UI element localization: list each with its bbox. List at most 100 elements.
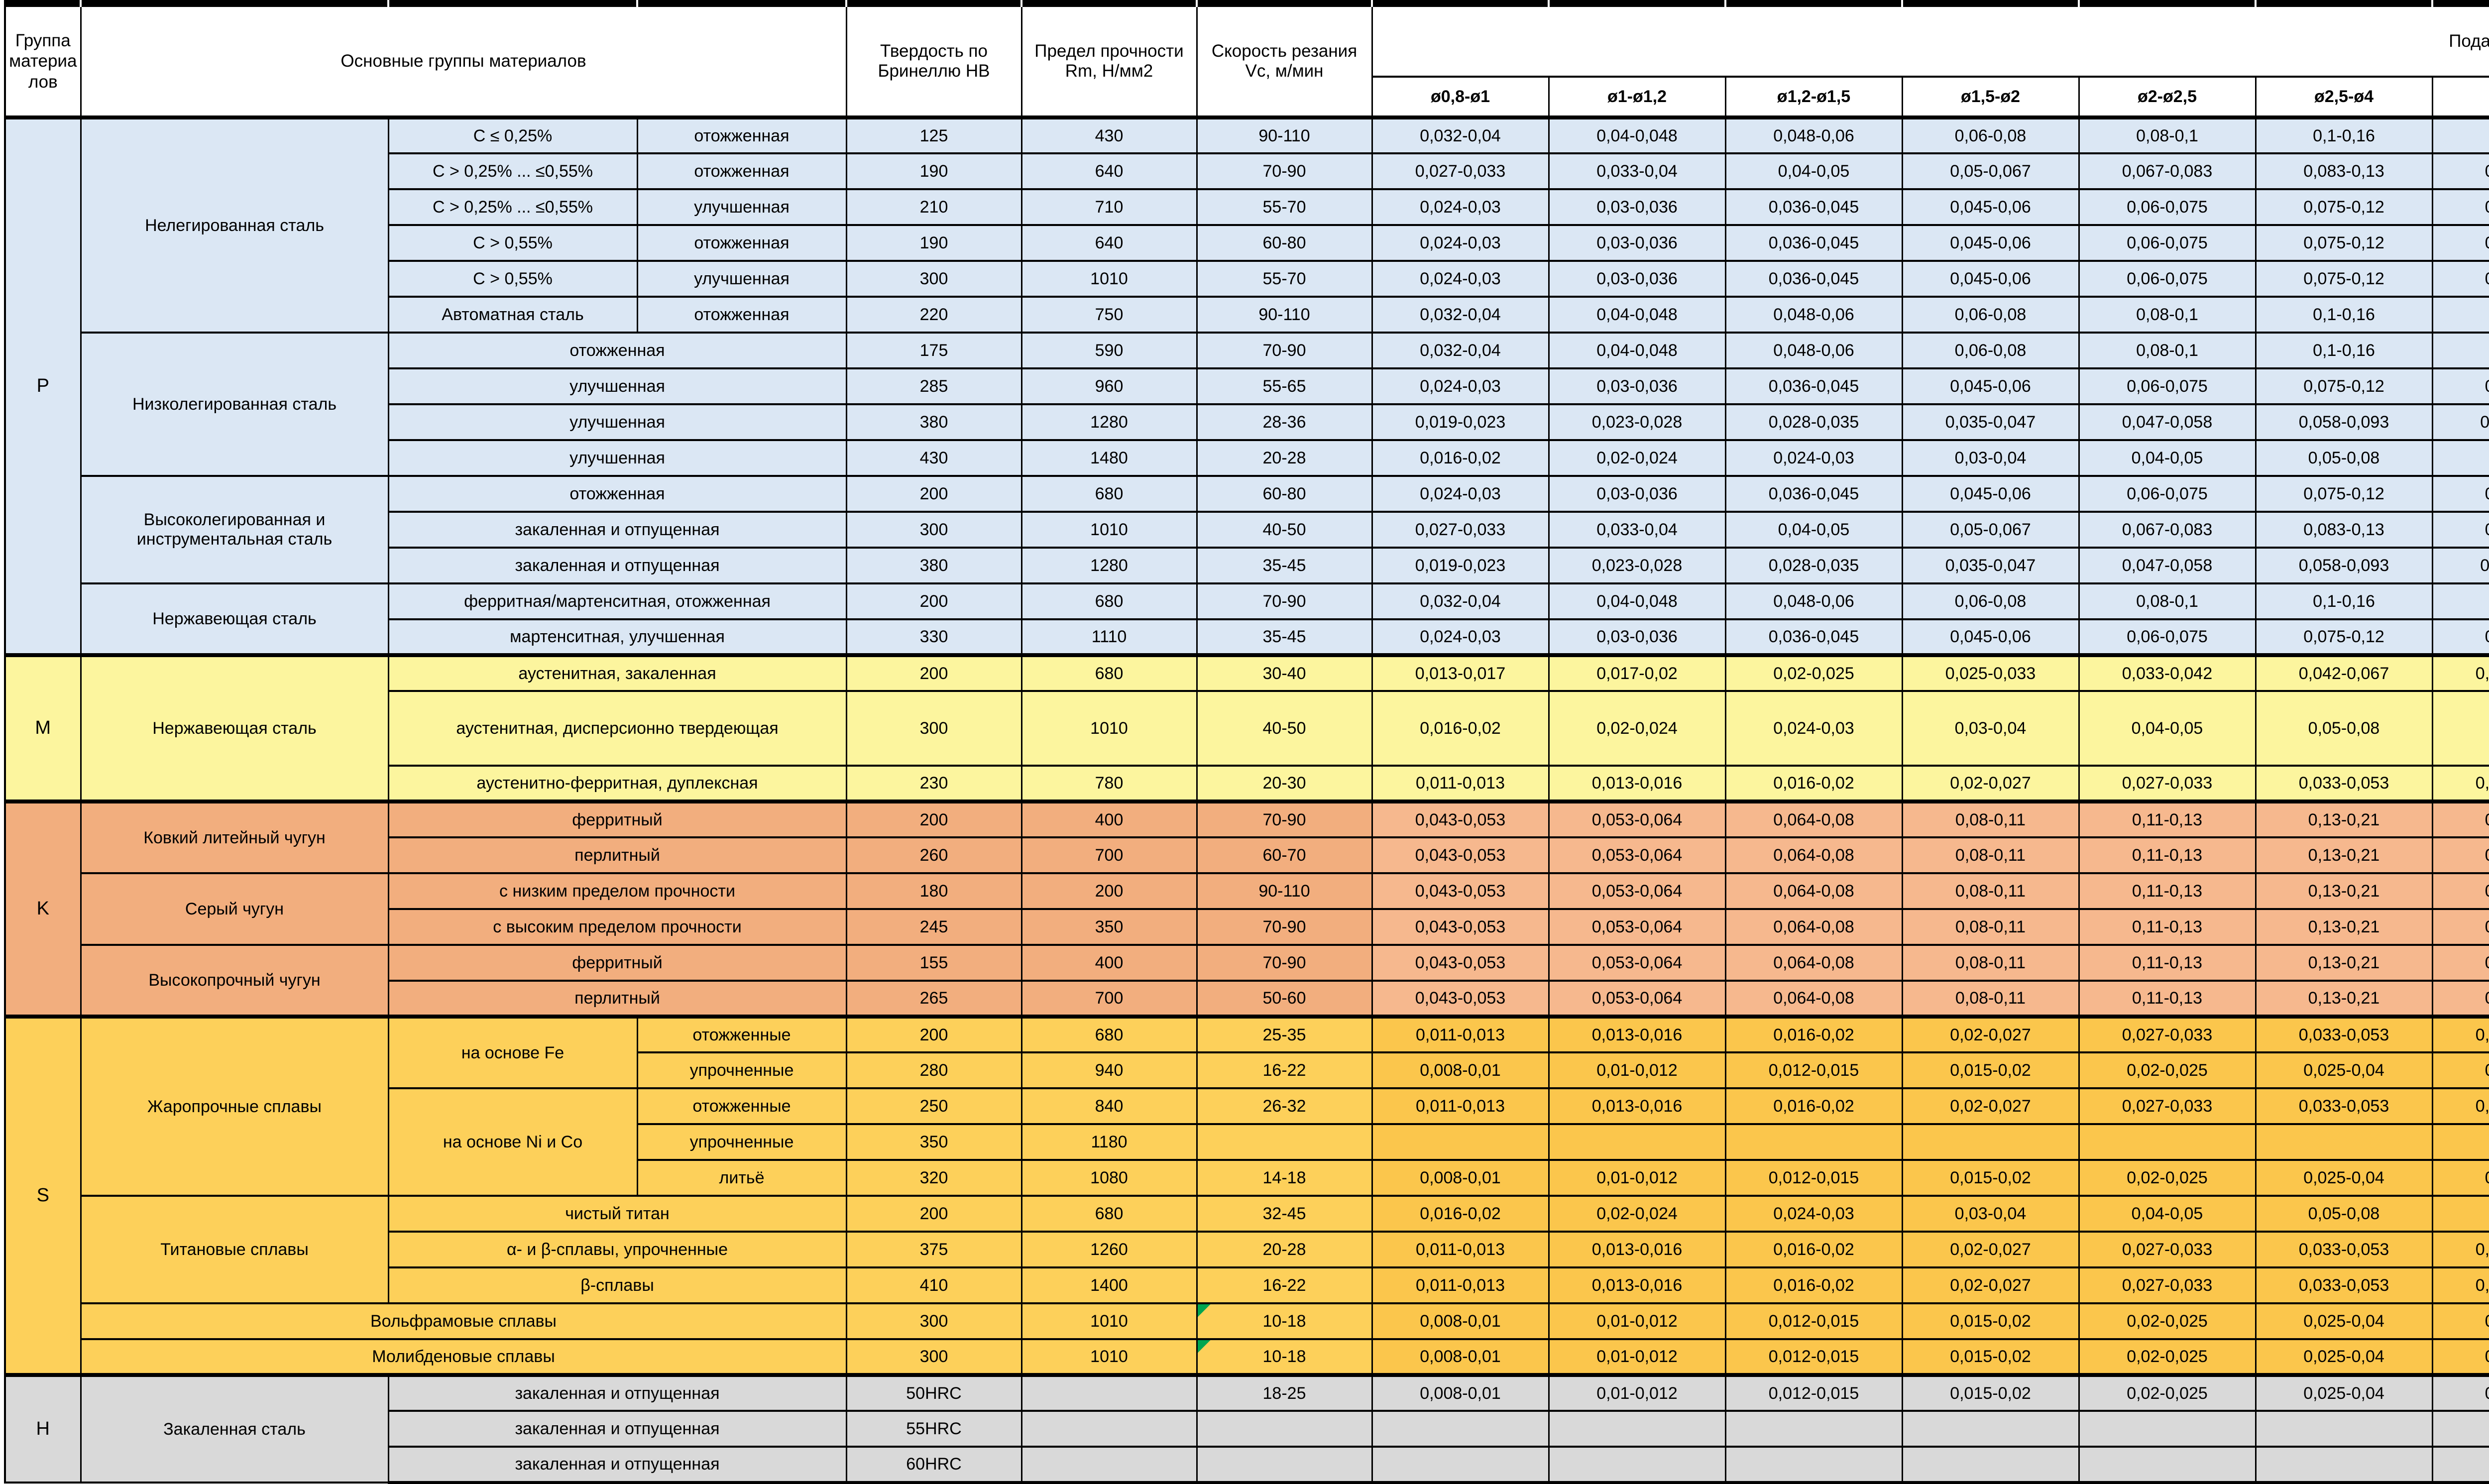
- feed-cell[interactable]: 0,16-0,2: [2432, 297, 2489, 333]
- feed-cell[interactable]: 0,12-0,15: [2432, 619, 2489, 655]
- feed-cell[interactable]: 0,02-0,027: [1902, 1017, 2079, 1052]
- feed-cell[interactable]: 0,053-0,064: [1549, 873, 1725, 909]
- feed-cell[interactable]: 0,02-0,025: [2079, 1375, 2256, 1411]
- vc-cell[interactable]: 60-80: [1197, 476, 1372, 512]
- feed-cell[interactable]: 0,03-0,036: [1549, 225, 1725, 261]
- feed-cell[interactable]: 0,058-0,093: [2256, 548, 2432, 583]
- feed-cell[interactable]: 0,043-0,053: [1372, 873, 1549, 909]
- vc-cell[interactable]: [1197, 1124, 1372, 1160]
- feed-cell[interactable]: 0,027-0,033: [1372, 512, 1549, 548]
- state-cell[interactable]: мартенситная, улучшенная: [388, 619, 846, 655]
- hb-cell[interactable]: 190: [846, 153, 1021, 189]
- material-cell[interactable]: Серый чугун: [81, 873, 388, 945]
- state-cell[interactable]: β-сплавы: [388, 1267, 846, 1303]
- feed-cell[interactable]: 0,027-0,033: [1372, 153, 1549, 189]
- feed-cell[interactable]: 0,033-0,053: [2256, 1267, 2432, 1303]
- state-cell[interactable]: аустенитно-ферритная, дуплексная: [388, 766, 846, 801]
- state-cell[interactable]: отожженные: [637, 1088, 846, 1124]
- feed-cell[interactable]: 0,21-0,27: [2432, 981, 2489, 1017]
- hb-cell[interactable]: 330: [846, 619, 1021, 655]
- feed-cell[interactable]: 0,016-0,02: [1372, 1196, 1549, 1232]
- feed-cell[interactable]: 0,028-0,035: [1725, 548, 1902, 583]
- feed-cell[interactable]: 0,04-0,05: [2432, 1160, 2489, 1196]
- feed-cell[interactable]: 0,04-0,05: [2079, 691, 2256, 766]
- feed-cell[interactable]: 0,06-0,08: [1902, 117, 2079, 153]
- subgroup-cell[interactable]: C > 0,55%: [388, 261, 637, 297]
- state-cell[interactable]: отожженная: [388, 476, 846, 512]
- feed-cell[interactable]: 0,016-0,02: [1372, 691, 1549, 766]
- feed-cell[interactable]: 0,13-0,21: [2256, 909, 2432, 945]
- feed-cell[interactable]: 0,04-0,05: [2079, 440, 2256, 476]
- feed-cell[interactable]: 0,024-0,03: [1372, 225, 1549, 261]
- vc-cell[interactable]: 35-45: [1197, 619, 1372, 655]
- feed-cell[interactable]: 0,11-0,13: [2079, 909, 2256, 945]
- hb-cell[interactable]: 200: [846, 1196, 1021, 1232]
- hb-cell[interactable]: 350: [846, 1124, 1021, 1160]
- state-cell[interactable]: аустенитная, дисперсионно твердеющая: [388, 691, 846, 766]
- vc-cell[interactable]: 70-90: [1197, 583, 1372, 619]
- feed-cell[interactable]: [2079, 1124, 2256, 1160]
- feed-cell[interactable]: 0,04-0,05: [2432, 1339, 2489, 1375]
- hb-cell[interactable]: 200: [846, 655, 1021, 691]
- feed-cell[interactable]: 0,008-0,01: [1372, 1375, 1549, 1411]
- state-cell[interactable]: закаленная и отпущенная: [388, 1411, 846, 1447]
- header-speed-column[interactable]: Скорость резания Vc, м/мин: [1197, 7, 1372, 117]
- rm-cell[interactable]: 590: [1021, 333, 1197, 368]
- rm-cell[interactable]: 1480: [1021, 440, 1197, 476]
- feed-cell[interactable]: 0,027-0,033: [2079, 1232, 2256, 1267]
- vc-cell[interactable]: 55-65: [1197, 368, 1372, 404]
- feed-cell[interactable]: 0,053-0,064: [1549, 945, 1725, 981]
- rm-cell[interactable]: 1010: [1021, 1339, 1197, 1375]
- feed-cell[interactable]: 0,04-0,05: [2432, 1303, 2489, 1339]
- state-cell[interactable]: отожженная: [637, 225, 846, 261]
- rm-cell[interactable]: 680: [1021, 1017, 1197, 1052]
- feed-cell[interactable]: 0,13-0,21: [2256, 981, 2432, 1017]
- feed-cell[interactable]: 0,04-0,048: [1549, 117, 1725, 153]
- feed-cell[interactable]: [1902, 1447, 2079, 1483]
- vc-cell[interactable]: 40-50: [1197, 512, 1372, 548]
- feed-cell[interactable]: 0,093-0,12: [2432, 404, 2489, 440]
- feed-cell[interactable]: 0,16-0,2: [2432, 583, 2489, 619]
- feed-cell[interactable]: 0,08-0,1: [2432, 440, 2489, 476]
- feed-cell[interactable]: 0,16-0,2: [2432, 117, 2489, 153]
- feed-cell[interactable]: 0,13-0,21: [2256, 837, 2432, 873]
- feed-cell[interactable]: 0,21-0,27: [2432, 909, 2489, 945]
- vc-cell[interactable]: 16-22: [1197, 1267, 1372, 1303]
- hb-cell[interactable]: 375: [846, 1232, 1021, 1267]
- material-cell[interactable]: Низколегированная сталь: [81, 333, 388, 476]
- feed-cell[interactable]: 0,011-0,013: [1372, 1017, 1549, 1052]
- vc-cell[interactable]: 70-90: [1197, 333, 1372, 368]
- feed-cell[interactable]: 0,028-0,035: [1725, 404, 1902, 440]
- diameter-header[interactable]: ø2-ø2,5: [2079, 77, 2256, 117]
- hb-cell[interactable]: 410: [846, 1267, 1021, 1303]
- feed-cell[interactable]: 0,02-0,024: [1549, 691, 1725, 766]
- hb-cell[interactable]: 300: [846, 261, 1021, 297]
- feed-cell[interactable]: 0,13-0,21: [2256, 945, 2432, 981]
- feed-cell[interactable]: 0,008-0,01: [1372, 1303, 1549, 1339]
- feed-cell[interactable]: 0,08-0,11: [1902, 909, 2079, 945]
- vc-cell[interactable]: 50-60: [1197, 981, 1372, 1017]
- hb-cell[interactable]: 190: [846, 225, 1021, 261]
- feed-cell[interactable]: [2432, 1411, 2489, 1447]
- rm-cell[interactable]: 780: [1021, 766, 1197, 801]
- feed-cell[interactable]: 0,02-0,025: [2079, 1339, 2256, 1375]
- feed-cell[interactable]: 0,016-0,02: [1725, 1017, 1902, 1052]
- feed-cell[interactable]: 0,024-0,03: [1372, 619, 1549, 655]
- group-letter-cell[interactable]: M: [5, 655, 81, 801]
- material-cell[interactable]: Нержавеющая сталь: [81, 655, 388, 801]
- feed-cell[interactable]: 0,025-0,04: [2256, 1052, 2432, 1088]
- subgroup-cell[interactable]: C > 0,25% ... ≤0,55%: [388, 153, 637, 189]
- feed-cell[interactable]: [1372, 1447, 1549, 1483]
- feed-cell[interactable]: 0,08-0,11: [1902, 945, 2079, 981]
- material-cell[interactable]: Титановые сплавы: [81, 1196, 388, 1303]
- group-letter-cell[interactable]: H: [5, 1375, 81, 1483]
- note-indicator-icon[interactable]: [1198, 1340, 1211, 1353]
- feed-cell[interactable]: [1372, 1124, 1549, 1160]
- feed-cell[interactable]: 0,024-0,03: [1725, 1196, 1902, 1232]
- feed-cell[interactable]: 0,05-0,067: [1902, 153, 2079, 189]
- feed-cell[interactable]: 0,13-0,17: [2432, 153, 2489, 189]
- rm-cell[interactable]: 680: [1021, 583, 1197, 619]
- feed-cell[interactable]: 0,011-0,013: [1372, 766, 1549, 801]
- feed-cell[interactable]: 0,12-0,15: [2432, 476, 2489, 512]
- feed-cell[interactable]: 0,04-0,048: [1549, 297, 1725, 333]
